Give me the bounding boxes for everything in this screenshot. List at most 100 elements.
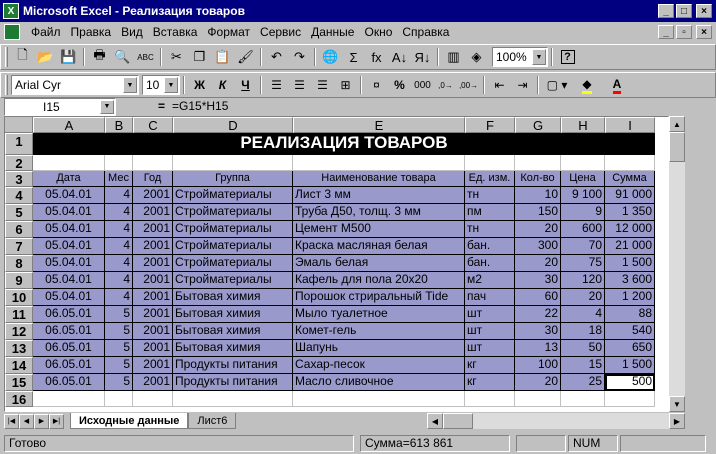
table-header-cell[interactable]: Год bbox=[133, 171, 173, 187]
table-cell[interactable]: м2 bbox=[465, 272, 515, 289]
decrease-indent-button[interactable]: ⇤ bbox=[488, 74, 511, 96]
table-cell[interactable]: 2001 bbox=[133, 238, 173, 255]
table-cell[interactable]: 3 600 bbox=[605, 272, 655, 289]
cell[interactable] bbox=[133, 391, 173, 407]
table-cell[interactable]: 06.05.01 bbox=[33, 323, 105, 340]
table-cell[interactable]: Эмаль белая bbox=[293, 255, 465, 272]
open-button[interactable]: 📂 bbox=[34, 46, 57, 68]
table-cell[interactable]: 06.05.01 bbox=[33, 306, 105, 323]
row-header[interactable]: 12 bbox=[5, 323, 33, 340]
table-header-cell[interactable]: Ед. изм. bbox=[465, 171, 515, 187]
table-cell[interactable]: 25 bbox=[561, 374, 605, 391]
table-cell[interactable]: 30 bbox=[515, 272, 561, 289]
table-cell[interactable]: Стройматериалы bbox=[173, 221, 293, 238]
row-header[interactable]: 2 bbox=[5, 155, 33, 171]
italic-button[interactable]: К bbox=[211, 74, 234, 96]
cell[interactable] bbox=[293, 391, 465, 407]
table-cell[interactable]: 05.04.01 bbox=[33, 221, 105, 238]
table-cell[interactable]: 05.04.01 bbox=[33, 238, 105, 255]
menu-insert[interactable]: Вставка bbox=[148, 25, 203, 39]
table-header-cell[interactable]: Сумма bbox=[605, 171, 655, 187]
table-cell[interactable]: 300 bbox=[515, 238, 561, 255]
table-cell[interactable]: Краска масляная белая bbox=[293, 238, 465, 255]
column-header[interactable]: C bbox=[133, 117, 173, 133]
underline-button[interactable]: Ч bbox=[234, 74, 257, 96]
merge-center-button[interactable]: ⊞ bbox=[334, 74, 357, 96]
cell[interactable] bbox=[293, 155, 465, 171]
menu-help[interactable]: Справка bbox=[397, 25, 454, 39]
row-header[interactable]: 6 bbox=[5, 221, 33, 238]
table-cell[interactable]: 20 bbox=[515, 255, 561, 272]
table-cell[interactable]: тн bbox=[465, 187, 515, 204]
increase-decimal-button[interactable]: ,0→ bbox=[434, 74, 457, 96]
equals-icon[interactable]: = bbox=[158, 99, 165, 113]
menu-file[interactable]: Файл bbox=[26, 25, 66, 39]
cell[interactable] bbox=[465, 391, 515, 407]
table-cell[interactable]: 9 100 bbox=[561, 187, 605, 204]
tab-source-data[interactable]: Исходные данные bbox=[70, 413, 189, 429]
copy-button[interactable]: ❐ bbox=[188, 46, 211, 68]
column-header[interactable]: H bbox=[561, 117, 605, 133]
borders-button[interactable]: ▢ ▾ bbox=[542, 74, 572, 96]
table-cell[interactable]: 05.04.01 bbox=[33, 204, 105, 221]
scroll-up-icon[interactable]: ▲ bbox=[669, 116, 685, 132]
help-button[interactable]: ? bbox=[556, 46, 579, 68]
row-header[interactable]: 9 bbox=[5, 272, 33, 289]
cell[interactable] bbox=[605, 155, 655, 171]
scroll-down-icon[interactable]: ▼ bbox=[669, 396, 685, 412]
chart-wizard-button[interactable]: ▥ bbox=[442, 46, 465, 68]
table-cell[interactable]: пач bbox=[465, 289, 515, 306]
row-header[interactable]: 16 bbox=[5, 391, 33, 407]
cell[interactable] bbox=[465, 155, 515, 171]
save-button[interactable]: 💾 bbox=[57, 46, 80, 68]
name-box[interactable]: I15 ▼ bbox=[4, 98, 116, 116]
table-cell[interactable]: 06.05.01 bbox=[33, 340, 105, 357]
cut-button[interactable]: ✂ bbox=[165, 46, 188, 68]
table-cell[interactable]: 4 bbox=[105, 255, 133, 272]
table-cell[interactable]: 2001 bbox=[133, 187, 173, 204]
table-cell[interactable]: 05.04.01 bbox=[33, 187, 105, 204]
table-cell[interactable]: 75 bbox=[561, 255, 605, 272]
menu-window[interactable]: Окно bbox=[359, 25, 397, 39]
menu-data[interactable]: Данные bbox=[306, 25, 359, 39]
table-cell[interactable]: 06.05.01 bbox=[33, 357, 105, 374]
table-cell[interactable]: Масло сливочное bbox=[293, 374, 465, 391]
align-center-button[interactable]: ☰ bbox=[288, 74, 311, 96]
row-header[interactable]: 15 bbox=[5, 374, 33, 391]
increase-indent-button[interactable]: ⇥ bbox=[511, 74, 534, 96]
table-cell[interactable]: Бытовая химия bbox=[173, 306, 293, 323]
table-cell[interactable]: кг bbox=[465, 374, 515, 391]
table-cell[interactable]: 10 bbox=[515, 187, 561, 204]
hyperlink-button[interactable]: 🌐 bbox=[319, 46, 342, 68]
scroll-left-icon[interactable]: ◀ bbox=[427, 413, 443, 429]
table-cell[interactable]: Мыло туалетное bbox=[293, 306, 465, 323]
first-sheet-icon[interactable]: |◀ bbox=[4, 413, 19, 429]
print-preview-button[interactable]: 🔍 bbox=[111, 46, 134, 68]
table-cell[interactable]: 91 000 bbox=[605, 187, 655, 204]
table-cell[interactable]: пм bbox=[465, 204, 515, 221]
menu-tools[interactable]: Сервис bbox=[255, 25, 306, 39]
excel-app-icon[interactable]: X bbox=[3, 3, 19, 19]
table-cell[interactable]: Стройматериалы bbox=[173, 238, 293, 255]
row-header[interactable]: 14 bbox=[5, 357, 33, 374]
table-cell[interactable]: 30 bbox=[515, 323, 561, 340]
spelling-button[interactable]: ABC bbox=[134, 46, 157, 68]
table-cell[interactable]: Стройматериалы bbox=[173, 255, 293, 272]
table-cell[interactable]: Труба Д50, толщ. 3 мм bbox=[293, 204, 465, 221]
table-cell[interactable]: Продукты питания bbox=[173, 357, 293, 374]
cell[interactable] bbox=[605, 391, 655, 407]
sort-ascending-button[interactable]: A↓ bbox=[388, 46, 411, 68]
prev-sheet-icon[interactable]: ◀ bbox=[19, 413, 34, 429]
format-painter-button[interactable]: 🖌 bbox=[234, 46, 257, 68]
align-right-button[interactable]: ☰ bbox=[311, 74, 334, 96]
row-header[interactable]: 4 bbox=[5, 187, 33, 204]
fill-color-button[interactable]: ◆ bbox=[572, 74, 602, 96]
table-cell[interactable]: 4 bbox=[105, 238, 133, 255]
table-cell[interactable]: 2001 bbox=[133, 306, 173, 323]
cell[interactable] bbox=[133, 155, 173, 171]
table-cell[interactable]: 2001 bbox=[133, 289, 173, 306]
table-cell[interactable]: 9 bbox=[561, 204, 605, 221]
table-header-cell[interactable]: Группа bbox=[173, 171, 293, 187]
font-select[interactable]: Arial Cyr ▼ bbox=[11, 75, 139, 95]
table-cell[interactable]: Комет-гель bbox=[293, 323, 465, 340]
